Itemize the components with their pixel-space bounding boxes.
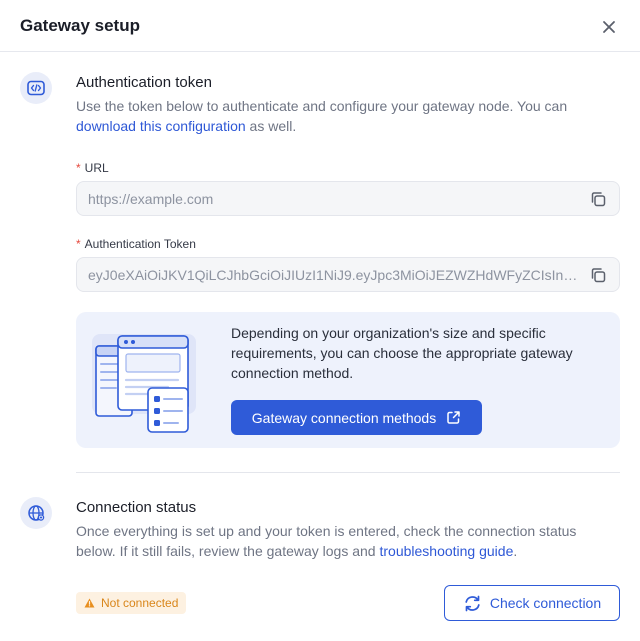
close-icon: [603, 21, 615, 33]
auth-desc-text: Use the token below to authenticate and …: [76, 98, 568, 114]
url-field[interactable]: https://example.com: [76, 181, 620, 216]
external-link-icon: [447, 411, 460, 424]
status-section-title: Connection status: [76, 499, 197, 516]
dialog-title: Gateway setup: [20, 16, 140, 35]
check-connection-button[interactable]: Check connection: [444, 585, 620, 621]
token-value: eyJ0eXAiOiJKV1QiLCJhbGciOiJIUzI1NiJ9.eyJ…: [88, 267, 579, 283]
warning-icon: [84, 598, 95, 608]
gateway-connection-methods-label: Gateway connection methods: [251, 409, 437, 426]
token-label-text: Authentication Token: [84, 237, 196, 251]
check-connection-label: Check connection: [489, 595, 602, 611]
status-badge: Not connected: [76, 592, 187, 614]
close-button[interactable]: [598, 16, 620, 38]
copy-icon[interactable]: [589, 266, 607, 284]
browser-windows-illustration: [92, 334, 196, 433]
status-section-description: Once everything is set up and your token…: [76, 521, 616, 561]
code-icon: [27, 80, 45, 96]
url-label: * URL: [76, 161, 109, 175]
section-divider: [76, 472, 620, 473]
status-desc-suffix: .: [513, 543, 518, 559]
url-value: https://example.com: [88, 191, 214, 207]
required-marker: *: [76, 237, 81, 251]
status-badge-label: Not connected: [101, 596, 179, 610]
url-label-text: URL: [84, 161, 109, 175]
copy-icon[interactable]: [589, 190, 607, 208]
troubleshooting-guide-link[interactable]: troubleshooting guide: [379, 543, 513, 559]
status-section-icon: [20, 497, 52, 529]
connection-methods-banner: Depending on your organization's size an…: [76, 312, 620, 448]
auth-section-title: Authentication token: [76, 74, 212, 91]
auth-section-icon: [20, 72, 52, 104]
auth-desc-suffix: as well.: [245, 118, 297, 134]
gateway-connection-methods-button[interactable]: Gateway connection methods: [231, 400, 482, 435]
auth-section-description: Use the token below to authenticate and …: [76, 96, 616, 136]
refresh-icon: [465, 595, 480, 611]
globe-icon: [28, 505, 45, 521]
token-label: * Authentication Token: [76, 237, 196, 251]
banner-text: Depending on your organization's size an…: [231, 325, 573, 381]
dialog-header: Gateway setup: [0, 0, 640, 52]
token-field[interactable]: eyJ0eXAiOiJKV1QiLCJhbGciOiJIUzI1NiJ9.eyJ…: [76, 257, 620, 292]
download-config-link[interactable]: download this configuration: [76, 118, 246, 134]
required-marker: *: [76, 161, 81, 175]
